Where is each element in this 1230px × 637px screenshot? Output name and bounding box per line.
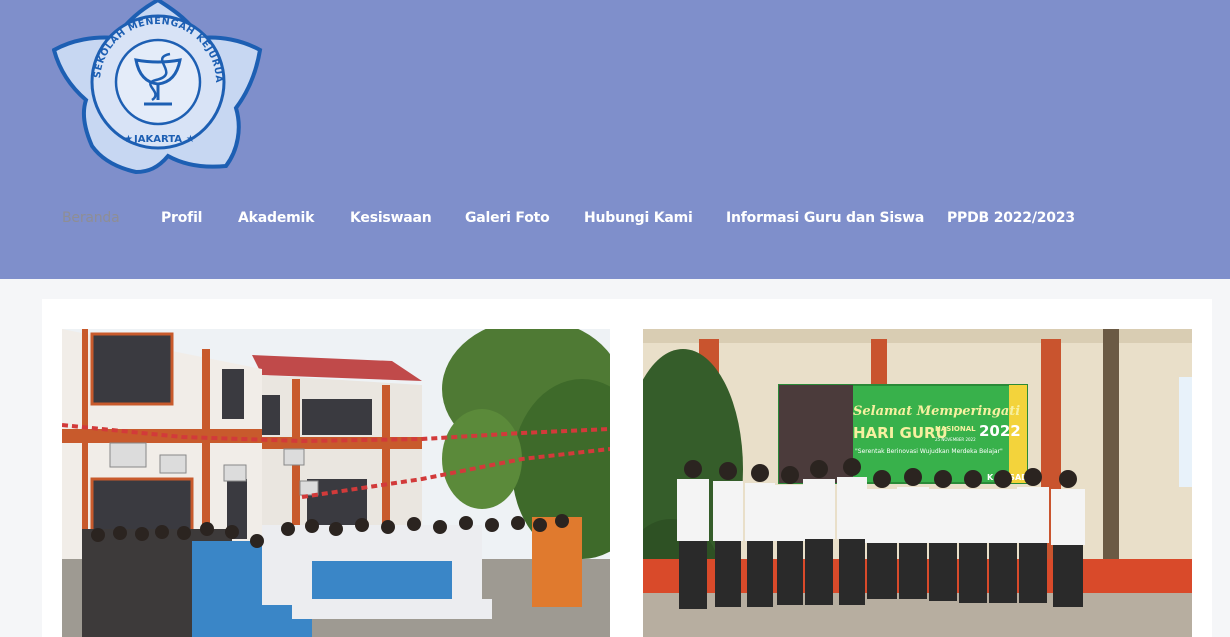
school-logo-emblem: SEKOLAH MENENGAH KEJURUAN BHUMI HUSADA J… (47, 0, 263, 175)
banner-year: 2022 (979, 422, 1021, 440)
banner-date: 25 NOVEMBER 2022 (935, 437, 976, 442)
nav-item-galeri-foto[interactable]: Galeri Foto (465, 209, 550, 227)
gallery-photo-hari-guru[interactable]: Selamat Memperingati HARI GURU NASIONAL … (643, 329, 1192, 637)
nav-item-informasi-guru-dan-siswa[interactable]: Informasi Guru dan Siswa (726, 209, 924, 227)
gallery-card: Selamat Memperingati HARI GURU NASIONAL … (42, 299, 1212, 637)
nav-item-hubungi-kami[interactable]: Hubungi Kami (584, 209, 693, 227)
nav-item-ppdb[interactable]: PPDB 2022/2023 (947, 209, 1075, 227)
nav-item-kesiswaan[interactable]: Kesiswaan (350, 209, 432, 227)
gallery-photo-school-building[interactable] (62, 329, 610, 637)
nav-item-beranda[interactable]: Beranda (62, 209, 120, 227)
main-content: Selamat Memperingati HARI GURU NASIONAL … (0, 279, 1230, 637)
nav-item-akademik[interactable]: Akademik (238, 209, 314, 227)
banner-line1: Selamat Memperingati (853, 404, 1020, 419)
banner-slogan: "Serentak Berinovasi Wujudkan Merdeka Be… (855, 448, 1003, 455)
site-header: SEKOLAH MENENGAH KEJURUAN BHUMI HUSADA J… (0, 0, 1230, 279)
school-logo[interactable]: SEKOLAH MENENGAH KEJURUAN BHUMI HUSADA J… (47, 0, 264, 176)
nav-item-profil[interactable]: Profil (161, 209, 202, 227)
logo-city-text: JAKARTA (133, 134, 182, 145)
svg-text:★: ★ (186, 134, 195, 145)
svg-text:★: ★ (124, 134, 133, 145)
banner-nasional: NASIONAL (935, 425, 976, 433)
banner-hari-guru: HARI GURU (853, 424, 948, 442)
